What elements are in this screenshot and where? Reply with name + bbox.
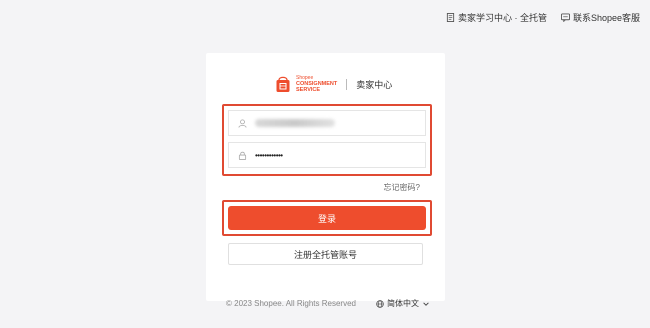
credentials-group: ••••••••••••	[222, 104, 432, 176]
chevron-down-icon	[423, 301, 429, 306]
copyright-text: © 2023 Shopee. All Rights Reserved	[226, 299, 356, 308]
password-value: ••••••••••••	[255, 150, 283, 160]
login-button[interactable]: 登录	[228, 206, 426, 230]
language-selector[interactable]: 简体中文	[376, 298, 430, 309]
password-field[interactable]: ••••••••••••	[228, 142, 426, 168]
register-button[interactable]: 注册全托管账号	[228, 243, 423, 265]
chat-icon	[560, 13, 570, 22]
shopee-bag-logo-icon	[276, 76, 290, 92]
lock-icon	[238, 151, 247, 160]
top-bar: 卖家学习中心 · 全托管 联系Shopee客服	[446, 11, 640, 24]
document-icon	[446, 13, 455, 22]
user-icon	[238, 118, 247, 128]
seller-academy-link[interactable]: 卖家学习中心 · 全托管	[446, 11, 547, 24]
login-card: Shopee CONSIGNMENT SERVICE 卖家中心 ••••••••…	[206, 53, 445, 301]
username-value-blurred	[255, 119, 335, 127]
logo-line2: SERVICE	[296, 87, 321, 93]
seller-academy-label: 卖家学习中心 · 全托管	[457, 13, 547, 23]
brand-divider	[346, 78, 348, 90]
brand-logo-text: Shopee CONSIGNMENT SERVICE	[296, 75, 337, 93]
brand-header: Shopee CONSIGNMENT SERVICE 卖家中心	[275, 75, 392, 93]
username-field[interactable]	[228, 110, 426, 136]
footer: © 2023 Shopee. All Rights Reserved 简体中文	[226, 298, 430, 309]
contact-support-link[interactable]: 联系Shopee客服	[560, 11, 640, 24]
language-label: 简体中文	[386, 299, 419, 308]
page-title: 卖家中心	[356, 79, 393, 90]
login-button-highlight: 登录	[222, 200, 432, 236]
globe-icon	[376, 299, 384, 308]
forgot-password-link[interactable]: 忘记密码?	[384, 182, 420, 193]
contact-support-label: 联系Shopee客服	[572, 13, 640, 23]
